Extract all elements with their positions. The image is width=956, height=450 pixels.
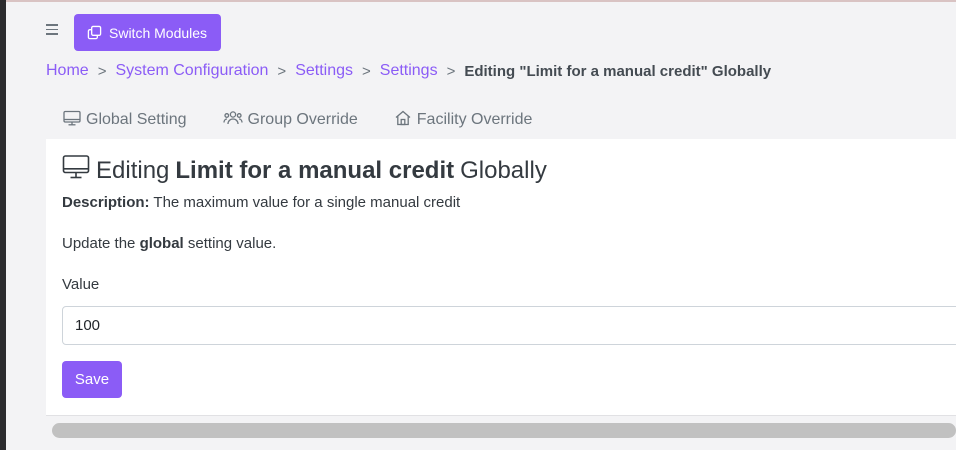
app-frame: Switch Modules Home > System Configurati… — [0, 0, 956, 450]
breadcrumb-separator: > — [97, 62, 107, 80]
users-icon — [222, 110, 243, 131]
breadcrumb-settings[interactable]: Settings — [295, 62, 353, 80]
title-prefix: Editing — [96, 156, 170, 184]
window-edge — [0, 0, 6, 450]
monitor-icon — [62, 154, 96, 187]
tab-group-override[interactable]: Group Override — [205, 104, 376, 136]
update-instruction: Update the global setting value. — [62, 235, 276, 252]
tab-label: Group Override — [247, 111, 358, 128]
switch-modules-label: Switch Modules — [109, 24, 208, 41]
breadcrumb-home[interactable]: Home — [46, 62, 89, 80]
save-button[interactable]: Save — [62, 361, 122, 398]
description-label: Description: — [62, 194, 150, 211]
breadcrumb-separator: > — [277, 62, 287, 80]
page-title: Editing Limit for a manual credit Global… — [62, 154, 547, 187]
window-top-edge — [6, 0, 956, 2]
update-scope: global — [139, 235, 184, 252]
setting-description: Description: The maximum value for a sin… — [62, 194, 460, 211]
horizontal-scrollbar[interactable] — [52, 423, 956, 438]
breadcrumb-settings-sub[interactable]: Settings — [380, 62, 438, 80]
title-suffix: Globally — [460, 156, 547, 184]
tab-label: Global Setting — [86, 111, 187, 128]
tab-facility-override[interactable]: Facility Override — [376, 104, 551, 136]
copy-icon — [87, 25, 102, 40]
update-suffix: setting value. — [187, 235, 277, 252]
breadcrumb: Home > System Configuration > Settings >… — [46, 61, 771, 81]
breadcrumb-system-configuration[interactable]: System Configuration — [115, 62, 268, 80]
monitor-icon — [63, 110, 81, 131]
update-prefix: Update the — [62, 235, 136, 252]
home-icon — [394, 110, 412, 131]
override-tabs: Global Setting Group Override Facility O… — [46, 104, 550, 138]
value-label: Value — [62, 276, 100, 293]
breadcrumb-current: Editing "Limit for a manual credit" Glob… — [464, 62, 772, 80]
tab-global-setting[interactable]: Global Setting — [46, 104, 205, 136]
switch-modules-button[interactable]: Switch Modules — [74, 14, 221, 51]
value-input[interactable] — [62, 306, 956, 345]
tab-label: Facility Override — [416, 111, 533, 128]
hamburger-icon[interactable] — [46, 24, 58, 36]
description-text: The maximum value for a single manual cr… — [153, 194, 461, 211]
breadcrumb-separator: > — [362, 62, 371, 80]
title-setting-name: Limit for a manual credit — [175, 156, 455, 184]
breadcrumb-separator: > — [446, 62, 456, 80]
